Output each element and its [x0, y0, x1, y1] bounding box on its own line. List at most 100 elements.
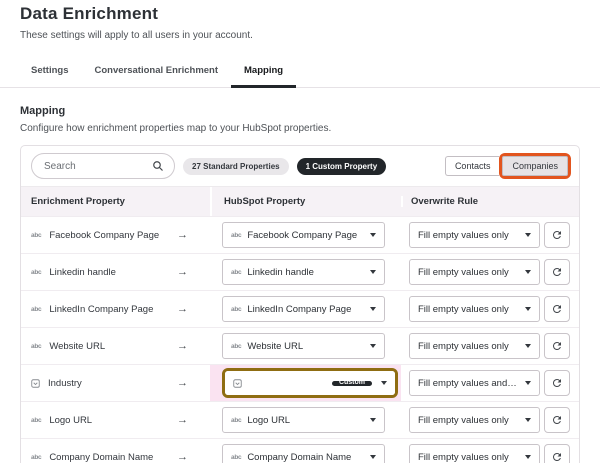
chevron-down-icon — [370, 233, 376, 237]
overwrite-rule-value: Fill empty values only — [418, 229, 509, 241]
reset-mapping-button[interactable] — [544, 259, 570, 285]
overwrite-rule-dropdown[interactable]: Fill empty values only — [409, 444, 540, 463]
text-property-type-icon: abc — [231, 305, 242, 313]
chevron-down-icon — [525, 381, 531, 385]
chevron-down-icon — [525, 233, 531, 237]
table-row-company-domain-name: abc Company Domain Name → abc Company Do… — [21, 438, 579, 463]
text-property-type-icon: abc — [31, 305, 42, 313]
enrichment-property-label: Website URL — [49, 340, 106, 352]
sync-icon — [552, 230, 561, 239]
page-subtitle: These settings will apply to all users i… — [20, 30, 253, 41]
dropdown-property-type-icon — [233, 378, 242, 388]
hubspot-property-dropdown[interactable]: TEST DROPDOWN Custom — [225, 371, 395, 395]
table-row-industry: Industry → TEST DROPDOWN Custom — [21, 364, 579, 401]
overwrite-rule-value: Fill empty values only — [418, 451, 509, 463]
reset-mapping-button[interactable] — [544, 333, 570, 359]
chevron-down-icon — [370, 455, 376, 459]
table-row-linkedin-handle: abc Linkedin handle → abc Linkedin handl… — [21, 253, 579, 290]
column-header-hubspot-property: HubSpot Property — [210, 187, 401, 216]
sync-icon — [552, 268, 561, 276]
overwrite-rule-dropdown[interactable]: Fill empty values only — [409, 407, 540, 433]
chevron-down-icon — [370, 344, 376, 348]
hubspot-property-dropdown[interactable]: abc Facebook Company Page — [222, 222, 385, 248]
text-property-type-icon: abc — [31, 416, 42, 424]
overwrite-rule-dropdown[interactable]: Fill empty values only — [409, 222, 540, 248]
sync-icon — [552, 305, 561, 313]
maps-to-arrow-icon: → — [177, 266, 188, 278]
sync-icon — [552, 379, 561, 387]
maps-to-arrow-icon: → — [177, 303, 188, 315]
tab-settings[interactable]: Settings — [18, 57, 81, 88]
overwrite-rule-value: Fill empty values and ov... — [418, 377, 519, 389]
table-row-facebook-company-page: abc Facebook Company Page → abc Facebook… — [21, 216, 579, 253]
highlighted-cell: TEST DROPDOWN Custom — [210, 365, 401, 401]
hubspot-property-value: Facebook Company Page — [247, 229, 358, 241]
overwrite-rule-value: Fill empty values only — [418, 303, 509, 315]
hubspot-property-value: Website URL — [247, 340, 304, 352]
hubspot-property-dropdown[interactable]: abc Logo URL — [222, 407, 385, 433]
text-property-type-icon: abc — [31, 342, 42, 350]
text-property-type-icon: abc — [231, 453, 242, 461]
text-property-type-icon: abc — [231, 231, 242, 239]
tab-bar: Settings Conversational Enrichment Mappi… — [0, 57, 600, 88]
chevron-down-icon — [370, 270, 376, 274]
hubspot-property-value: Linkedin handle — [247, 266, 314, 278]
reset-mapping-button[interactable] — [544, 407, 570, 433]
maps-to-arrow-icon: → — [177, 229, 188, 241]
enrichment-property-label: Industry — [48, 377, 82, 389]
chevron-down-icon — [381, 381, 387, 385]
enrichment-property-label: Company Domain Name — [49, 451, 154, 463]
hubspot-property-dropdown[interactable]: abc Company Domain Name — [222, 444, 385, 463]
hubspot-property-value: Logo URL — [247, 414, 291, 426]
hubspot-property-dropdown[interactable]: abc LinkedIn Company Page — [222, 296, 385, 322]
text-property-type-icon: abc — [231, 342, 242, 350]
reset-mapping-button[interactable] — [544, 222, 570, 248]
overwrite-rule-dropdown[interactable]: Fill empty values and ov... — [409, 370, 540, 396]
overwrite-rule-dropdown[interactable]: Fill empty values only — [409, 259, 540, 285]
chevron-down-icon — [525, 344, 531, 348]
tab-mapping[interactable]: Mapping — [231, 57, 297, 88]
contacts-toggle-button[interactable]: Contacts — [444, 156, 500, 176]
overwrite-rule-dropdown[interactable]: Fill empty values only — [409, 333, 540, 359]
column-header-enrichment-property: Enrichment Property — [31, 196, 125, 207]
maps-to-arrow-icon: → — [177, 414, 188, 426]
reset-mapping-button[interactable] — [544, 296, 570, 322]
reset-mapping-button[interactable] — [544, 370, 570, 396]
hubspot-property-dropdown[interactable]: abc Linkedin handle — [222, 259, 385, 285]
mapping-section-title: Mapping — [20, 105, 66, 117]
hubspot-property-value: LinkedIn Company Page — [247, 303, 352, 315]
reset-mapping-button[interactable] — [544, 444, 570, 463]
overwrite-rule-dropdown[interactable]: Fill empty values only — [409, 296, 540, 322]
chevron-down-icon — [525, 307, 531, 311]
chevron-down-icon — [370, 418, 376, 422]
page-header: Data Enrichment These settings will appl… — [0, 0, 600, 41]
custom-property-badge: 1 Custom Property — [296, 157, 387, 175]
test-dropdown-click-annotation: TEST DROPDOWN Custom — [222, 368, 398, 398]
table-toolbar: 27 Standard Properties 1 Custom Property… — [21, 146, 579, 186]
search-input[interactable] — [32, 160, 144, 172]
hubspot-property-dropdown[interactable]: abc Website URL — [222, 333, 385, 359]
text-property-type-icon: abc — [231, 416, 242, 424]
text-property-type-icon: abc — [31, 231, 42, 239]
text-property-type-icon: abc — [231, 268, 242, 276]
table-header-row: Enrichment Property HubSpot Property Ove… — [21, 186, 579, 216]
companies-toggle-button[interactable]: Companies — [502, 156, 568, 176]
dropdown-property-type-icon — [31, 378, 40, 388]
table-row-logo-url: abc Logo URL → abc Logo URL Fill empty v… — [21, 401, 579, 438]
table-row-linkedin-company-page: abc LinkedIn Company Page → abc LinkedIn… — [21, 290, 579, 327]
text-property-type-icon: abc — [31, 268, 42, 276]
page-title: Data Enrichment — [20, 4, 159, 23]
maps-to-arrow-icon: → — [177, 377, 188, 389]
mapping-section-header: Mapping Configure how enrichment propert… — [0, 88, 600, 134]
column-header-overwrite-rule: Overwrite Rule — [401, 196, 579, 207]
chevron-down-icon — [370, 307, 376, 311]
tab-conversational-enrichment[interactable]: Conversational Enrichment — [81, 57, 231, 88]
text-property-type-icon: abc — [31, 453, 42, 461]
maps-to-arrow-icon: → — [177, 451, 188, 463]
sync-icon — [552, 453, 561, 461]
standard-properties-badge: 27 Standard Properties — [183, 157, 289, 175]
enrichment-property-label: Facebook Company Page — [49, 229, 160, 241]
mapping-table-card: 27 Standard Properties 1 Custom Property… — [20, 145, 580, 463]
companies-click-annotation: Companies — [499, 153, 571, 179]
sync-icon — [552, 416, 561, 424]
